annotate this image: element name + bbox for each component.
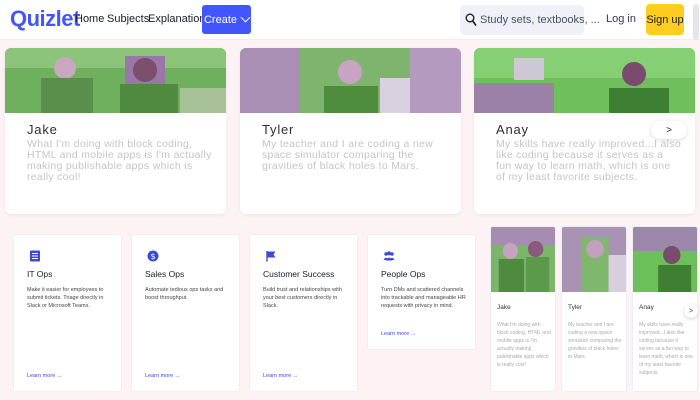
people-icon [383, 251, 395, 261]
search-placeholder: Study sets, textbooks, ... [480, 14, 600, 26]
ops-card-title: People Ops [381, 269, 426, 279]
ops-card-description: Make it easier for employees to submit t… [27, 287, 104, 309]
testimonial-name: Jake [497, 304, 511, 311]
testimonial-name: Tyler [262, 122, 295, 137]
testimonial-name: Anay [496, 122, 529, 137]
flag-icon [266, 251, 276, 262]
testimonial-quote: My teacher and I are coding a new space … [262, 138, 433, 172]
student-photo [240, 48, 461, 113]
ops-card-description: Build trust and relationships with your … [263, 287, 342, 309]
login-link[interactable]: Log in [606, 13, 636, 25]
search-input[interactable]: Study sets, textbooks, ... [460, 5, 600, 35]
testimonial-quote: My skills have really improved...I also … [639, 322, 693, 376]
testimonial-name: Jake [27, 122, 58, 137]
student-photo [491, 227, 555, 292]
ops-card-description: Turn DMs and scattered channels into tra… [381, 287, 466, 309]
student-photo [474, 48, 695, 113]
testimonial-quote: My teacher and I are coding a new space … [568, 322, 622, 360]
testimonial-quote: My skills have really improved...I also … [496, 138, 682, 183]
list-icon [30, 250, 40, 262]
ops-card-people[interactable]: People Ops Turn DMs and scattered channe… [367, 234, 476, 350]
top-navbar: Quizlet Home Subjects Explanations Creat… [0, 0, 700, 40]
nav-subjects[interactable]: Subjects [107, 13, 149, 25]
learn-more-link[interactable]: Learn more → [27, 373, 62, 379]
mini-testimonial-card-tyler: Tyler My teacher and I are coding a new … [561, 226, 627, 392]
learn-more-link[interactable]: Learn more → [381, 331, 416, 337]
create-label: Create [203, 13, 238, 26]
ops-card-it[interactable]: IT Ops Make it easier for employees to s… [13, 234, 122, 392]
student-photo [633, 227, 697, 292]
testimonial-card-jake: Jake What I'm doing with block coding, H… [5, 48, 226, 214]
carousel-next-button[interactable]: > [651, 121, 687, 139]
ops-card-customer-success[interactable]: Customer Success Build trust and relatio… [249, 234, 358, 392]
svg-text:$: $ [150, 252, 155, 261]
testimonial-quote: What I'm doing with block coding, HTML a… [27, 138, 212, 183]
student-photo [562, 227, 626, 292]
quizlet-logo[interactable]: Quizlet [10, 6, 80, 32]
testimonial-name: Tyler [568, 304, 583, 311]
create-button[interactable]: Create [202, 5, 251, 34]
ops-card-description: Automate tedious ops tasks and boost thr… [145, 287, 224, 301]
chevron-down-icon [240, 12, 251, 23]
scrollbar[interactable] [693, 4, 699, 40]
testimonial-name: Anay [639, 304, 654, 311]
ops-card-title: IT Ops [27, 269, 53, 279]
mini-carousel-next-button[interactable]: > [684, 304, 698, 318]
student-photo [5, 48, 226, 113]
signup-button[interactable]: Sign up [646, 4, 684, 35]
mini-testimonial-card-jake: Jake What I'm doing with block coding, H… [490, 226, 556, 392]
testimonial-quote: What I'm doing with block coding, HTML a… [497, 322, 551, 368]
learn-more-link[interactable]: Learn more → [263, 373, 298, 379]
search-icon [465, 13, 477, 26]
learn-more-link[interactable]: Learn more → [145, 373, 180, 379]
testimonial-card-tyler: Tyler My teacher and I are coding a new … [240, 48, 461, 214]
ops-card-title: Customer Success [263, 269, 335, 279]
ops-card-title: Sales Ops [145, 269, 185, 279]
ops-card-sales[interactable]: $ Sales Ops Automate tedious ops tasks a… [131, 234, 240, 392]
nav-home[interactable]: Home [75, 13, 104, 25]
dollar-icon: $ [147, 250, 159, 262]
